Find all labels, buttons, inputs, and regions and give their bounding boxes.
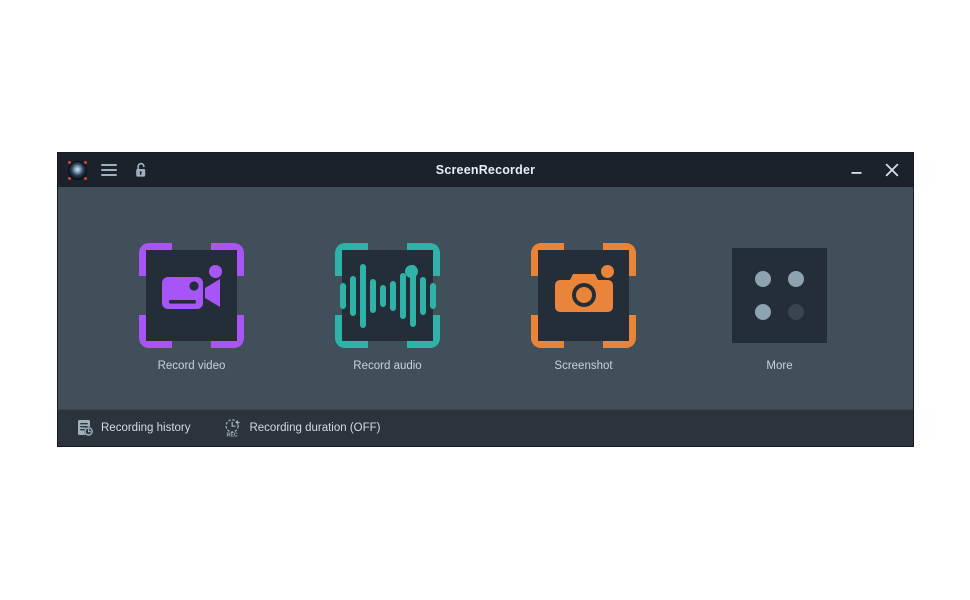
msi-dragon-shield-icon[interactable] — [66, 159, 88, 181]
recording-duration-label: Recording duration (OFF) — [249, 422, 381, 434]
document-clock-icon — [76, 418, 94, 438]
main-content: Record video Record audio Screenshot Mor… — [58, 187, 913, 409]
audio-waveform-icon — [339, 261, 436, 331]
tile-more[interactable]: More — [722, 243, 837, 372]
tile-label-more: More — [766, 360, 793, 372]
rec-indicator-dot-icon — [601, 265, 614, 278]
title-bar: ScreenRecorder — [58, 153, 913, 187]
waveform-bar — [339, 282, 346, 309]
waveform-bar — [429, 282, 436, 309]
window-controls — [845, 159, 913, 181]
close-icon[interactable] — [881, 159, 903, 181]
screenrecorder-window: ScreenRecorder Record video Record audio… — [57, 152, 914, 447]
clock-rec-icon: REC — [224, 418, 242, 438]
waveform-bar — [369, 278, 376, 313]
four-dots-icon — [755, 271, 804, 320]
titlebar-left-controls — [58, 159, 152, 181]
waveform-bar — [389, 280, 396, 311]
waveform-bar — [399, 272, 406, 319]
waveform-bar — [379, 284, 386, 307]
tile-label-record-video: Record video — [157, 360, 226, 372]
recording-duration-button[interactable]: REC Recording duration (OFF) — [224, 418, 381, 438]
svg-text:REC: REC — [227, 433, 238, 438]
rec-indicator-dot-icon — [405, 265, 418, 278]
rec-indicator-dot-icon — [209, 265, 222, 278]
camcorder-icon — [161, 272, 223, 319]
waveform-bar — [419, 276, 426, 315]
tile-record-audio[interactable]: Record audio — [330, 243, 445, 372]
waveform-bar — [349, 275, 356, 316]
tile-screenshot[interactable]: Screenshot — [526, 243, 641, 372]
hamburger-menu-icon[interactable] — [98, 159, 120, 181]
recording-history-label: Recording history — [101, 422, 191, 434]
page-title: ScreenRecorder — [435, 163, 536, 177]
unlocked-padlock-icon[interactable] — [130, 159, 152, 181]
waveform-bar — [359, 263, 366, 328]
bottom-toolbar: Recording history REC Recording duration… — [58, 409, 913, 446]
tile-label-screenshot: Screenshot — [554, 360, 613, 372]
tile-label-record-audio: Record audio — [353, 360, 422, 372]
tile-record-video[interactable]: Record video — [134, 243, 249, 372]
minimize-icon[interactable] — [845, 159, 867, 181]
action-tiles: Record video Record audio Screenshot Mor… — [58, 187, 913, 372]
recording-history-button[interactable]: Recording history — [76, 418, 190, 438]
